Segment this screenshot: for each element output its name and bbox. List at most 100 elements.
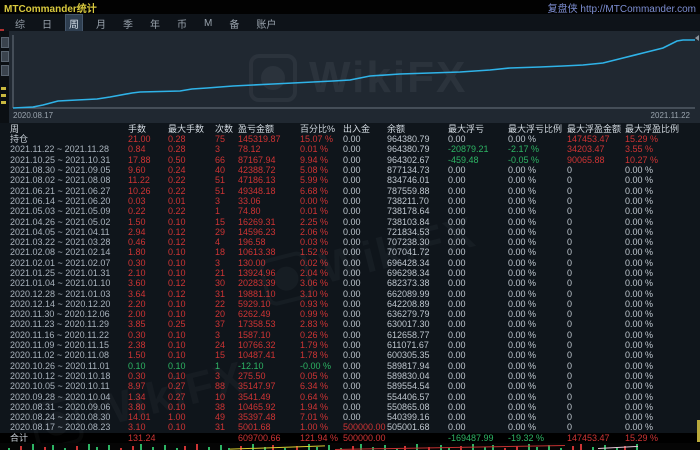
cell: 2021.10.25 ~ 2021.10.31 — [10, 155, 128, 165]
table-row[interactable]: 2021.02.08 ~ 2021.02.141.800.101810613.3… — [0, 247, 700, 257]
table-row[interactable]: 2021.04.05 ~ 2021.04.112.940.122914596.2… — [0, 227, 700, 237]
table-row[interactable]: 2021.01.04 ~ 2021.01.103.600.123020283.3… — [0, 278, 700, 288]
table-row[interactable]: 2021.06.14 ~ 2021.06.200.030.01333.060.0… — [0, 196, 700, 206]
cell: 2021.03.22 ~ 2021.03.28 — [10, 237, 128, 247]
menu-item-年[interactable]: 年 — [147, 15, 163, 32]
table-row[interactable]: 2021.08.30 ~ 2021.09.059.600.244042388.7… — [0, 165, 700, 175]
menu-item-周[interactable]: 周 — [66, 15, 82, 32]
table-row[interactable]: 2020.11.23 ~ 2020.11.293.850.253717358.5… — [0, 319, 700, 329]
brand-link[interactable]: 复盘侠 http://MTCommander.com — [548, 0, 700, 15]
header-cell[interactable]: 手数 — [128, 124, 168, 134]
header-cell[interactable]: 最大手数 — [168, 124, 215, 134]
header-cell[interactable]: 最大浮亏比例 — [508, 124, 567, 134]
cell: 550865.08 — [387, 402, 448, 412]
cell: 5.08 % — [300, 165, 343, 175]
table-row[interactable]: 2020.11.30 ~ 2020.12.062.000.10206262.49… — [0, 309, 700, 319]
menu-item-月[interactable]: 月 — [93, 15, 109, 32]
cell: 696428.34 — [387, 258, 448, 268]
cell: 0.00 — [343, 340, 387, 350]
table-row[interactable]: 2020.11.02 ~ 2020.11.081.500.101510487.4… — [0, 350, 700, 360]
table-row[interactable]: 2020.11.16 ~ 2020.11.220.300.1031587.100… — [0, 330, 700, 340]
header-cell[interactable]: 盈亏金额 — [238, 124, 300, 134]
table-row[interactable]: 2021.10.25 ~ 2021.10.3117.880.506687167.… — [0, 155, 700, 165]
menu-item-备[interactable]: 备 — [226, 15, 242, 32]
cell: 88 — [215, 381, 238, 391]
cell: 2020.10.12 ~ 2020.10.18 — [10, 371, 128, 381]
cell: 0.00 % — [508, 309, 567, 319]
menu-item-季[interactable]: 季 — [120, 15, 136, 32]
cell: 0.22 — [168, 175, 215, 185]
cell: 0.00 — [448, 422, 508, 432]
cell: 505001.68 — [387, 422, 448, 432]
cell: 20 — [215, 309, 238, 319]
cell: 2020.09.28 ~ 2020.10.04 — [10, 392, 128, 402]
table-row[interactable]: 2020.11.09 ~ 2020.11.152.380.102410766.3… — [0, 340, 700, 350]
table-row[interactable]: 2020.12.14 ~ 2020.12.202.200.10225929.10… — [0, 299, 700, 309]
cell: 34203.47 — [567, 144, 625, 154]
header-cell[interactable]: 出入金 — [343, 124, 387, 134]
cell: 2.00 — [128, 309, 168, 319]
cell: 2.06 % — [300, 227, 343, 237]
cell: 90065.88 — [567, 155, 625, 165]
header-cell[interactable]: 最大浮盈金额 — [567, 124, 625, 134]
table-row[interactable]: 2021.08.02 ~ 2021.08.0811.220.225147186.… — [0, 175, 700, 185]
cell: 3.06 % — [300, 278, 343, 288]
table-row[interactable]: 2020.08.31 ~ 2020.09.063.800.103810465.9… — [0, 402, 700, 412]
table-row[interactable]: 2020.10.05 ~ 2020.10.118.970.278835147.9… — [0, 381, 700, 391]
table-row[interactable]: 2021.04.26 ~ 2021.05.021.500.101516269.3… — [0, 216, 700, 226]
cell: 0 — [567, 402, 625, 412]
header-cell[interactable]: 周 — [10, 124, 128, 134]
table-row[interactable]: 2020.10.26 ~ 2020.11.010.100.101-12.10-0… — [0, 361, 700, 371]
menu-item-M[interactable]: M — [201, 17, 215, 30]
table-row[interactable]: 2020.10.12 ~ 2020.10.180.300.103275.500.… — [0, 371, 700, 381]
table-row[interactable]: 2020.08.17 ~ 2020.08.233.100.10315001.68… — [0, 422, 700, 432]
cell: 0.28 — [168, 134, 215, 144]
table-row[interactable]: 2020.09.28 ~ 2020.10.041.340.27103541.49… — [0, 391, 700, 401]
header-cell[interactable]: 余额 — [387, 124, 448, 134]
table-row[interactable]: 2021.06.21 ~ 2021.06.2710.260.225149348.… — [0, 185, 700, 195]
cell: 29 — [215, 227, 238, 237]
chart-scroll-arrow-icon[interactable] — [695, 35, 699, 41]
window-fragment-icon — [1, 65, 9, 76]
table-row[interactable]: 2021.02.01 ~ 2021.02.070.300.103130.000.… — [0, 258, 700, 268]
header-cell[interactable]: 最大浮盈比例 — [625, 124, 700, 134]
cell: 17358.53 — [238, 319, 300, 329]
total-row[interactable]: 合计131.24609700.66121.94 %500000.00-16948… — [0, 433, 700, 444]
table-row[interactable]: 2020.12.28 ~ 2021.01.033.640.123119881.1… — [0, 288, 700, 298]
cell: 2020.11.09 ~ 2020.11.15 — [10, 340, 128, 350]
cell: 2020.08.24 ~ 2020.08.30 — [10, 412, 128, 422]
menu-item-日[interactable]: 日 — [39, 15, 55, 32]
cell: 0 — [567, 186, 625, 196]
mini-bar — [164, 445, 166, 450]
table-row[interactable]: 2021.03.22 ~ 2021.03.280.460.124196.580.… — [0, 237, 700, 247]
menu-item-综[interactable]: 综 — [12, 15, 28, 32]
header-cell[interactable]: 最大浮亏 — [448, 124, 508, 134]
cell: 0.00 — [343, 175, 387, 185]
cell: 0.27 — [168, 381, 215, 391]
cell: 21 — [215, 268, 238, 278]
header-cell[interactable]: 次数 — [215, 124, 238, 134]
cell: 0.00 — [448, 381, 508, 391]
cell: 15 — [215, 350, 238, 360]
cell: 0.10 — [168, 258, 215, 268]
cell: 0.99 % — [300, 309, 343, 319]
cell: 2020.11.30 ~ 2020.12.06 — [10, 309, 128, 319]
cell: 0.00 % — [508, 217, 567, 227]
cell: 0.00 % — [625, 381, 700, 391]
cell: 22 — [215, 299, 238, 309]
cell: 0.12 — [168, 227, 215, 237]
table-row[interactable]: 2021.05.03 ~ 2021.05.090.220.22174.800.0… — [0, 206, 700, 216]
cell: 0.10 — [168, 299, 215, 309]
table-row[interactable]: 2021.01.25 ~ 2021.01.312.100.102113924.9… — [0, 268, 700, 278]
table-row[interactable]: 2021.11.22 ~ 2021.11.280.840.28378.120.0… — [0, 144, 700, 154]
header-cell[interactable]: 百分比% — [300, 124, 343, 134]
window-fragment-icon — [1, 51, 9, 62]
cell: 2021.04.05 ~ 2021.04.11 — [10, 227, 128, 237]
app-title: MTCommander统计 — [0, 0, 97, 15]
table-row[interactable]: 2020.08.24 ~ 2020.08.3014.011.004935397.… — [0, 412, 700, 422]
table-row[interactable]: 持仓21.000.2875145319.8715.07 %0.00964380.… — [0, 134, 700, 144]
mini-bar — [328, 445, 330, 450]
menu-item-账户[interactable]: 账户 — [253, 15, 279, 32]
cell: 0.00 — [448, 402, 508, 412]
menu-item-币[interactable]: 币 — [174, 15, 190, 32]
